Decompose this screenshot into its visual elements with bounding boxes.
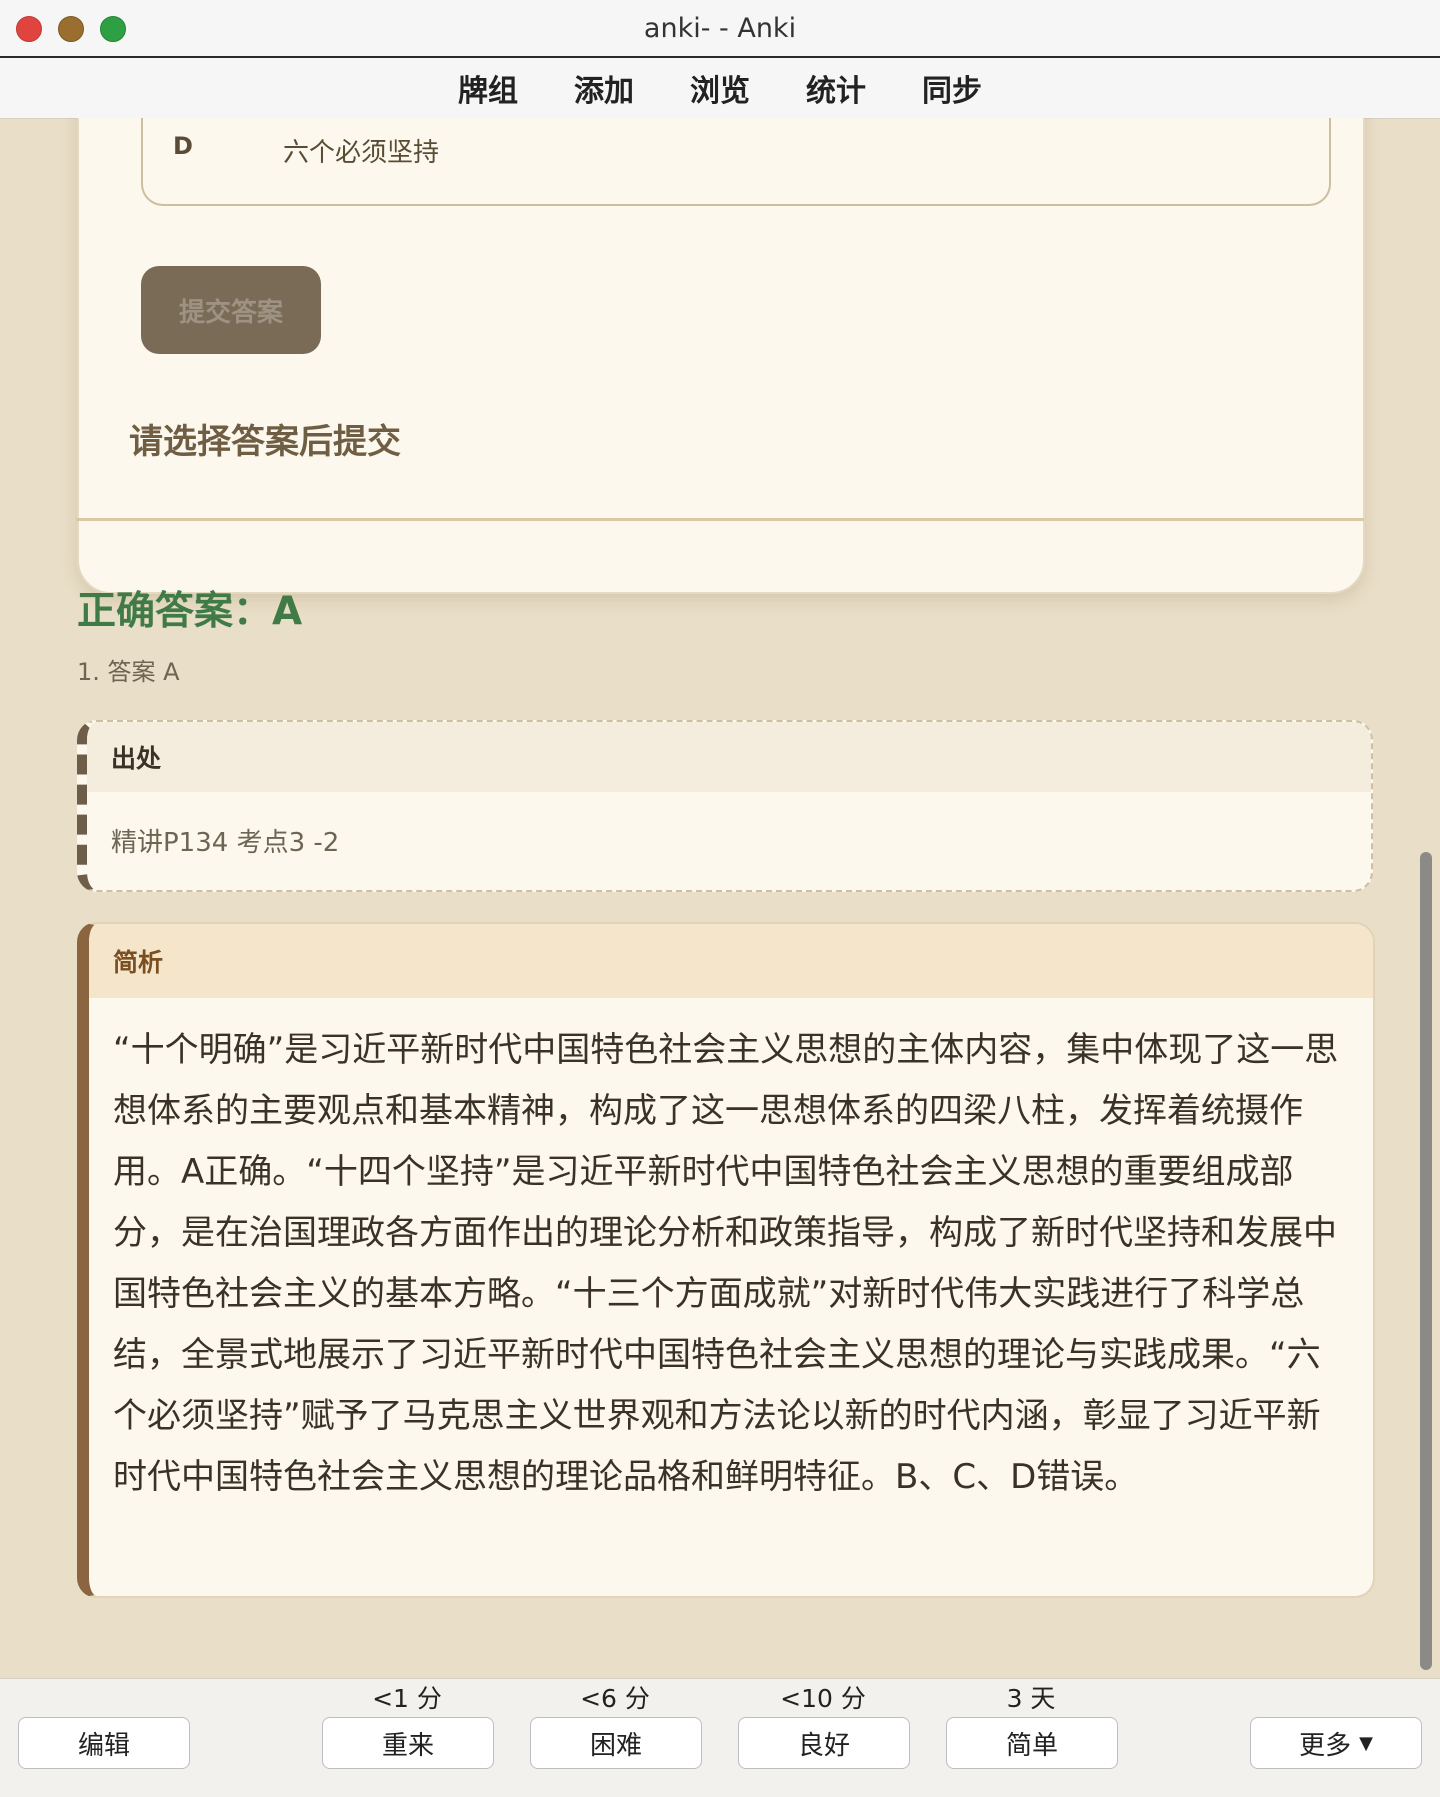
menu-sync[interactable]: 同步 bbox=[922, 66, 982, 110]
question-card: D 六个必须坚持 提交答案 请选择答案后提交 bbox=[77, 118, 1365, 594]
hard-interval: <6 分 bbox=[580, 1684, 650, 1713]
maximize-window-button[interactable] bbox=[100, 16, 126, 42]
title-bar: anki- - Anki bbox=[0, 0, 1440, 58]
window-controls bbox=[16, 16, 126, 42]
easy-button[interactable]: 简单 bbox=[946, 1717, 1118, 1769]
menu-browse[interactable]: 浏览 bbox=[690, 66, 750, 110]
source-label: 出处 bbox=[87, 722, 1371, 792]
review-bottom-bar: 编辑 <1 分 重来 <6 分 困难 <10 分 良好 3 天 简单 更多 ▼ bbox=[0, 1678, 1440, 1797]
analysis-section: 简析 “十个明确”是习近平新时代中国特色社会主义思想的主体内容，集中体现了这一思… bbox=[77, 922, 1375, 1598]
submit-answer-button[interactable]: 提交答案 bbox=[141, 266, 321, 354]
window-title: anki- - Anki bbox=[643, 12, 797, 44]
good-button[interactable]: 良好 bbox=[738, 1717, 910, 1769]
option-d[interactable]: D 六个必须坚持 bbox=[141, 118, 1331, 206]
card-content[interactable]: D 六个必须坚持 提交答案 请选择答案后提交 正确答案：A 1. 答案 A 出处… bbox=[0, 118, 1440, 1678]
scrollbar[interactable] bbox=[1420, 852, 1432, 1670]
minimize-window-button[interactable] bbox=[58, 16, 84, 42]
hard-button[interactable]: 困难 bbox=[530, 1717, 702, 1769]
menu-decks[interactable]: 牌组 bbox=[458, 66, 518, 110]
more-label: 更多 bbox=[1299, 1730, 1352, 1761]
correct-answer-title: 正确答案：A bbox=[77, 589, 303, 634]
divider bbox=[76, 518, 1364, 521]
source-section: 出处 精讲P134 考点3 -2 bbox=[77, 720, 1373, 892]
menu-add[interactable]: 添加 bbox=[574, 66, 634, 110]
source-text: 精讲P134 考点3 -2 bbox=[111, 828, 340, 858]
again-interval: <1 分 bbox=[372, 1684, 442, 1713]
analysis-label: 简析 bbox=[89, 924, 1373, 998]
menu-stats[interactable]: 统计 bbox=[806, 66, 866, 110]
option-text: 六个必须坚持 bbox=[283, 138, 440, 168]
caret-down-icon: ▼ bbox=[1359, 1732, 1373, 1754]
easy-interval: 3 天 bbox=[1006, 1684, 1056, 1713]
edit-button[interactable]: 编辑 bbox=[18, 1717, 190, 1769]
submit-hint: 请选择答案后提交 bbox=[129, 422, 401, 462]
more-button[interactable]: 更多 ▼ bbox=[1250, 1717, 1422, 1769]
analysis-text: “十个明确”是习近平新时代中国特色社会主义思想的主体内容，集中体现了这一思想体系… bbox=[113, 1030, 1339, 1497]
close-window-button[interactable] bbox=[16, 16, 42, 42]
option-letter: D bbox=[173, 132, 193, 160]
good-interval: <10 分 bbox=[780, 1684, 866, 1713]
again-button[interactable]: 重来 bbox=[322, 1717, 494, 1769]
answer-list-item: 1. 答案 A bbox=[77, 658, 180, 686]
main-toolbar: 牌组 添加 浏览 统计 同步 bbox=[0, 58, 1440, 119]
